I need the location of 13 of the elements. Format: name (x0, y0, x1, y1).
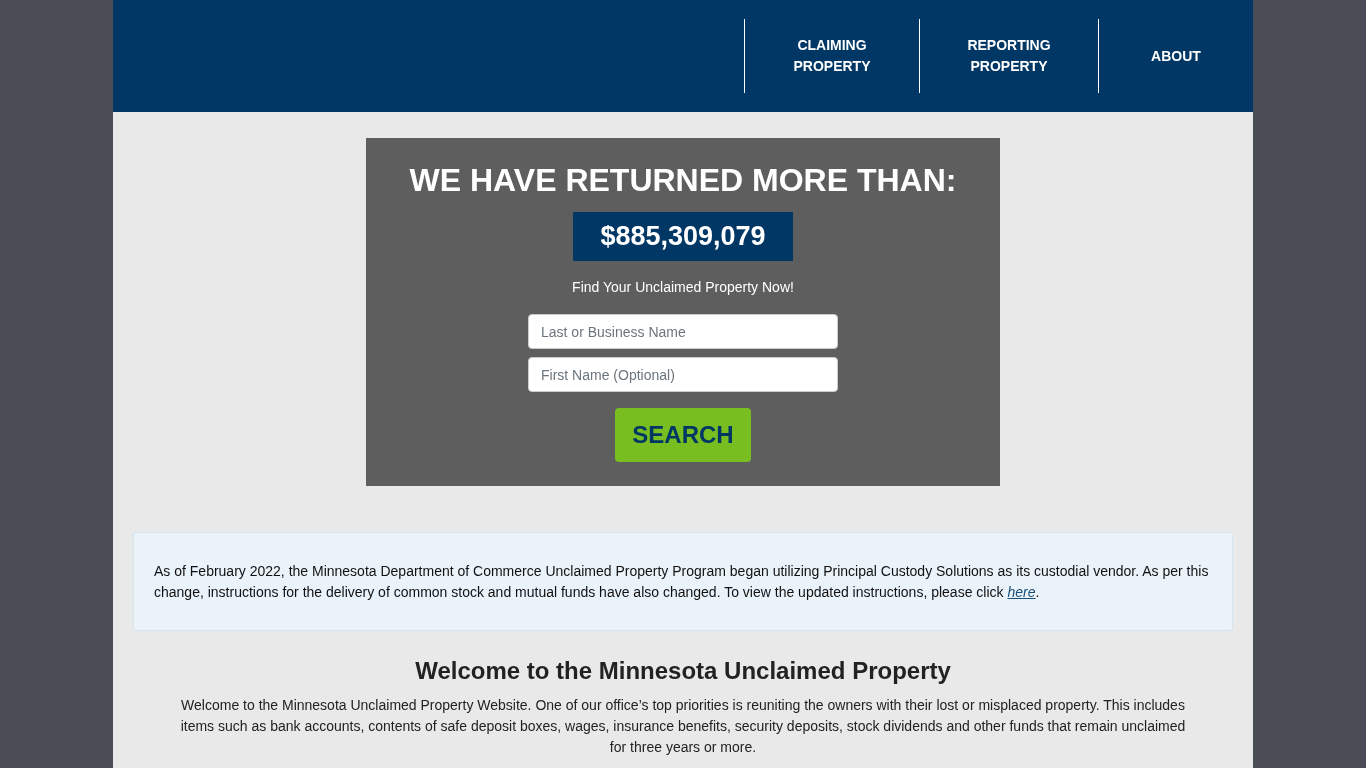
hero-title: WE HAVE RETURNED MORE THAN: (409, 162, 957, 198)
nav-link[interactable]: ABOUT (1098, 19, 1253, 93)
nav-link[interactable]: CLAIMING PROPERTY (744, 19, 919, 93)
nav-link[interactable]: REPORTING PROPERTY (919, 19, 1098, 93)
here-link[interactable]: here (1007, 584, 1036, 600)
name-field[interactable]: First Name (Optional) (528, 357, 838, 392)
welcome-heading: Welcome to the Minnesota Unclaimed Property (414, 657, 952, 685)
amount-returned: $885,309,079 (573, 212, 793, 261)
welcome-text: Welcome to the Minnesota Unclaimed Property Website. One of our office’s top priorities is reuniting the owners with their lost or misplaced property. This includes items such as bank accounts, contents of safe deposit boxes, wages, insurance benefits, security deposits, stock dividends and other funds that remain unclaimed for three years or more. (179, 696, 1187, 757)
search-button[interactable]: SEARCH (615, 408, 751, 462)
name-field[interactable]: Last or Business Name (528, 314, 838, 349)
search-prompt: Find Your Unclaimed Property Now! (572, 279, 794, 295)
notice-text: As of February 2022, the Minnesota Department of Commerce Unclaimed Property Program began utilizing Principal Custody Solutions as its custodial vendor. As per this change, instructions for the delivery of common stock and mutual funds have also changed. To view the updated instructions, please click here. (154, 562, 1210, 602)
